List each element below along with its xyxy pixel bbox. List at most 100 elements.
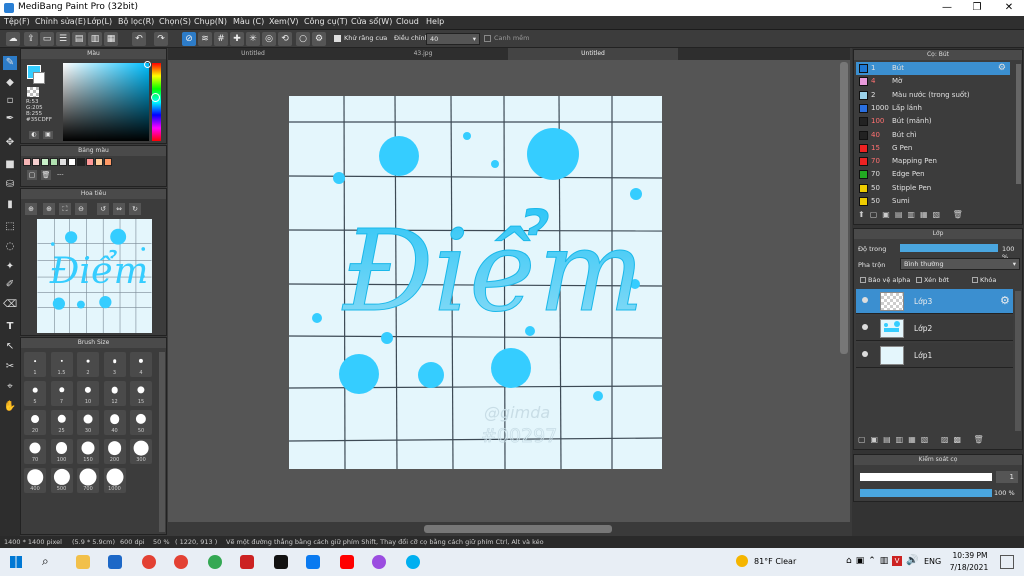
brush-size-preset[interactable]: 2	[77, 352, 99, 377]
brush-size-preset[interactable]: 500	[50, 468, 73, 493]
text-tool-icon[interactable]: T	[3, 320, 17, 334]
protect-alpha-checkbox[interactable]	[860, 277, 866, 283]
background-color-swatch[interactable]	[33, 72, 45, 84]
redo-icon[interactable]: ↷	[154, 32, 168, 46]
tab-untitled-2[interactable]: Untitled	[508, 48, 678, 60]
snap-circle-icon[interactable]: ◎	[262, 32, 276, 46]
shopee-icon[interactable]	[240, 555, 254, 569]
brush-size-preset[interactable]: 1	[24, 352, 46, 377]
eye-icon[interactable]	[862, 324, 868, 330]
opacity-slider[interactable]	[900, 244, 998, 252]
menu-color[interactable]: Màu (C)	[233, 17, 264, 26]
snap-radial-icon[interactable]: ✳	[246, 32, 260, 46]
select-rect-icon[interactable]: ⬚	[3, 220, 17, 234]
hand-icon[interactable]: ✋	[3, 400, 17, 414]
minimize-button[interactable]: —	[932, 0, 962, 16]
brush-item[interactable]: 2 Màu nước (trong suốt)	[856, 89, 1010, 102]
move-tool-icon[interactable]: ✥	[3, 136, 17, 150]
brush-size-preset[interactable]: 20	[24, 410, 46, 435]
fit-icon[interactable]: ⛶	[59, 203, 71, 215]
brush-size-preset[interactable]: 1.5	[50, 352, 73, 377]
eyedropper-icon[interactable]: ⌖	[3, 380, 17, 394]
palette-swatch[interactable]	[104, 158, 112, 166]
eye-icon[interactable]	[862, 351, 868, 357]
gear-icon[interactable]: ⚙	[998, 62, 1006, 75]
gear-icon[interactable]: ⚙	[312, 32, 326, 46]
palette-new-icon[interactable]: ▢	[27, 170, 37, 180]
brush-size-preset[interactable]: 3	[103, 352, 126, 377]
brush-item[interactable]: 70 Mapping Pen	[856, 155, 1010, 168]
palette-swatch[interactable]	[77, 158, 85, 166]
select-eraser-icon[interactable]: ⌫	[3, 298, 17, 312]
color-wheel-mode-icon[interactable]: ◐	[29, 131, 39, 139]
weather-icon[interactable]	[736, 555, 748, 567]
operation-icon[interactable]: ↖	[3, 340, 17, 354]
volume-icon[interactable]: 🔊	[906, 555, 918, 566]
layer-panel-actions[interactable]: ▢▣▤▥▦▧ ▨▩ 🗑	[858, 435, 989, 444]
layer-row-1[interactable]: Lớp1	[856, 343, 1013, 368]
brush-size-value[interactable]: 1	[996, 471, 1018, 483]
brush-item[interactable]: 70 Edge Pen	[856, 168, 1010, 181]
hue-slider[interactable]	[151, 63, 161, 141]
tiktok-icon[interactable]	[274, 555, 288, 569]
clock-date[interactable]: 7/18/2021	[948, 563, 990, 572]
chrome-icon[interactable]	[142, 555, 156, 569]
zoom-out-icon[interactable]: ⊖	[75, 203, 87, 215]
brush-size-preset[interactable]: 25	[50, 410, 73, 435]
firefox-icon[interactable]	[372, 555, 386, 569]
brush-panel-actions[interactable]: ⬆▢▣▤▥▦▧ 🗑	[858, 210, 968, 219]
blend-select[interactable]: Bình thường ▾	[900, 258, 1020, 270]
stack-icon[interactable]: ▦	[104, 32, 118, 46]
snap-curve-icon[interactable]: ⟲	[278, 32, 292, 46]
brush-size-preset[interactable]: 4	[130, 352, 152, 377]
palette-swatch[interactable]	[23, 158, 31, 166]
comment-icon[interactable]: ▭	[40, 32, 54, 46]
zoom-in-icon[interactable]: ⊕	[25, 203, 37, 215]
vertical-scrollbar[interactable]	[840, 62, 848, 354]
magic-wand-icon[interactable]: ✦	[3, 260, 17, 274]
brush-size-preset[interactable]: 40	[103, 410, 126, 435]
layer-scrollbar[interactable]	[1015, 291, 1021, 431]
gear-icon[interactable]: ⚙	[1000, 294, 1010, 307]
brush-size-preset[interactable]: 5	[24, 381, 46, 406]
snap-parallel-icon[interactable]: ≋	[198, 32, 212, 46]
brush-tool-icon[interactable]: ✎	[3, 56, 17, 70]
brush-size-preset[interactable]: 200	[103, 439, 126, 464]
menu-file[interactable]: Tệp(F)	[4, 17, 30, 26]
brush-size-preset[interactable]: 10	[77, 381, 99, 406]
layer-row-3[interactable]: Lớp3 ⚙	[856, 289, 1013, 314]
notification-icon[interactable]	[1000, 555, 1014, 569]
tab-untitled-1[interactable]: Untitled	[168, 48, 338, 60]
dot-tool-icon[interactable]: ▫	[3, 94, 17, 108]
menu-layer[interactable]: Lớp(L)	[87, 17, 112, 26]
brush-opacity-slider[interactable]	[860, 489, 992, 497]
select-pen-icon[interactable]: ✐	[3, 278, 17, 292]
smoothing-checkbox[interactable]	[484, 35, 491, 42]
divide-icon[interactable]: ✂	[3, 360, 17, 374]
chrome-2-icon[interactable]	[174, 555, 188, 569]
share-icon[interactable]: ⇪	[24, 32, 38, 46]
dell-icon[interactable]	[108, 555, 122, 569]
horizontal-scrollbar[interactable]	[424, 525, 612, 533]
zoom-in-2-icon[interactable]: ⊕	[43, 203, 55, 215]
snap-cross-icon[interactable]: ✚	[230, 32, 244, 46]
brush-item[interactable]: 4 Mờ	[856, 75, 1010, 88]
cloud-icon[interactable]: ☁	[6, 32, 20, 46]
brush-size-preset[interactable]: 400	[24, 468, 46, 493]
rotate-left-icon[interactable]: ↺	[97, 203, 109, 215]
brush-size-preset[interactable]: 50	[130, 410, 152, 435]
text-icon[interactable]: ☰	[56, 32, 70, 46]
start-icon[interactable]	[10, 556, 22, 568]
menu-select[interactable]: Chọn(S)	[159, 17, 191, 26]
gradient-icon[interactable]: ▮	[3, 198, 17, 212]
palette-swatch[interactable]	[59, 158, 67, 166]
menu-filter[interactable]: Bộ lọc(R)	[118, 17, 154, 26]
brush-item[interactable]: 50 Sumi	[856, 195, 1010, 208]
clock-time[interactable]: 10:39 PM	[952, 551, 988, 560]
menu-edit[interactable]: Chỉnh sửa(E)	[35, 17, 86, 26]
fill-rect-icon[interactable]: ■	[3, 158, 17, 172]
brush-size-slider[interactable]	[860, 473, 992, 481]
menu-cloud[interactable]: Cloud	[396, 17, 419, 26]
brush-size-preset[interactable]: 7	[50, 381, 73, 406]
flip-icon[interactable]: ⇔	[113, 203, 125, 215]
